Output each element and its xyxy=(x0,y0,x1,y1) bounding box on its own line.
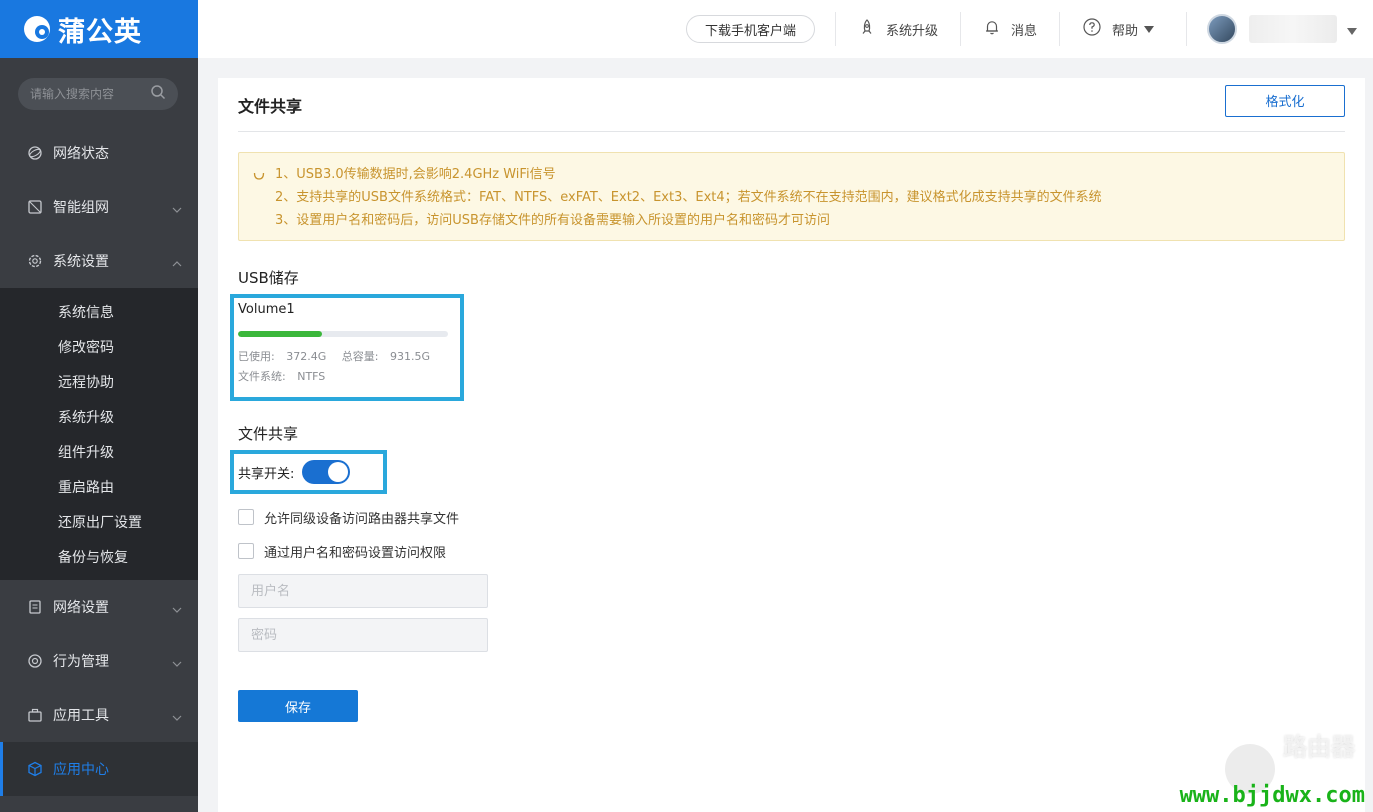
watermark-text: 路由器 xyxy=(1283,733,1355,761)
submenu-item-factory-reset[interactable]: 还原出厂设置 xyxy=(0,504,198,539)
globe-icon xyxy=(26,144,44,162)
sidebar-item-label: 应用工具 xyxy=(53,708,109,724)
messages-label: 消息 xyxy=(1010,23,1037,39)
sidebar-search xyxy=(18,78,178,110)
sidebar-nav: 网络状态 智能组网 系统设置 系统信息 修改密码 远程协助 系统升级 组件升级 … xyxy=(0,126,198,796)
sidebar-item-label: 行为管理 xyxy=(53,654,109,670)
sidebar-item-app-center[interactable]: 应用中心 xyxy=(0,742,198,796)
same-level-access-option: 允许同级设备访问路由器共享文件 xyxy=(238,506,1345,528)
share-toggle[interactable] xyxy=(302,460,351,484)
format-button[interactable]: 格式化 xyxy=(1225,84,1345,117)
notice-box: 1、USB3.0传输数据时,会影响2.4GHz WiFi信号 2、支持共享的US… xyxy=(238,152,1345,241)
file-share-title: 文件共享 xyxy=(238,425,299,443)
page-header: 文件共享 格式化 xyxy=(238,78,1345,132)
user-menu[interactable] xyxy=(1187,14,1373,44)
usb-storage-title: USB储存 xyxy=(238,269,299,287)
avatar xyxy=(1207,14,1237,44)
username-input[interactable] xyxy=(238,574,488,608)
usb-volume-card: Volume1 已使用: 372.4G 总容量: 931.5G 文件系统: NT… xyxy=(230,294,464,401)
bell-icon xyxy=(983,18,1011,40)
smile-icon xyxy=(253,167,265,186)
sidebar-item-label: 智能组网 xyxy=(53,200,109,216)
used-label: 已使用: xyxy=(238,350,275,363)
submenu-item-reboot-router[interactable]: 重启路由 xyxy=(0,469,198,504)
network-icon xyxy=(26,198,44,216)
messages-link[interactable]: 消息 xyxy=(961,18,1059,40)
notice-line: 1、USB3.0传输数据时,会影响2.4GHz WiFi信号 xyxy=(275,167,556,182)
sidebar: 蒲公英 网络状态 智能组网 系统设置 系统信息 修改密码 远程协助 系统升级 组… xyxy=(0,0,198,812)
submenu-item-remote-assist[interactable]: 远程协助 xyxy=(0,364,198,399)
logo-bar[interactable]: 蒲公英 xyxy=(0,0,198,58)
watermark-url: www.bjjdwx.com xyxy=(1179,783,1365,808)
sidebar-item-smart-network[interactable]: 智能组网 xyxy=(0,180,198,234)
sidebar-item-system-settings[interactable]: 系统设置 xyxy=(0,234,198,288)
usage-bar xyxy=(238,331,448,337)
volume-name: Volume1 xyxy=(238,302,295,317)
toolbox-icon xyxy=(26,706,44,724)
submenu-item-change-password[interactable]: 修改密码 xyxy=(0,329,198,364)
main-content: 文件共享 格式化 1、USB3.0传输数据时,会影响2.4GHz WiFi信号 … xyxy=(218,78,1365,812)
total-label: 总容量: xyxy=(341,350,379,363)
volume-info: 已使用: 372.4G 总容量: 931.5G 文件系统: NTFS xyxy=(238,347,460,387)
sidebar-item-label: 应用中心 xyxy=(53,762,109,778)
chevron-down-icon xyxy=(172,201,182,217)
rocket-icon xyxy=(858,18,886,40)
top-header: 下载手机客户端 系统升级 消息 帮助 xyxy=(198,0,1373,58)
sidebar-item-label: 系统设置 xyxy=(53,254,109,270)
sidebar-item-app-tools[interactable]: 应用工具 xyxy=(0,688,198,742)
system-settings-submenu: 系统信息 修改密码 远程协助 系统升级 组件升级 重启路由 还原出厂设置 备份与… xyxy=(0,288,198,580)
sidebar-item-network-settings[interactable]: 网络设置 xyxy=(0,580,198,634)
search-icon[interactable] xyxy=(150,84,166,104)
password-input[interactable] xyxy=(238,618,488,652)
help-label: 帮助 xyxy=(1111,23,1138,39)
system-upgrade-link[interactable]: 系统升级 xyxy=(836,18,960,40)
filesystem-value: NTFS xyxy=(297,370,326,383)
system-upgrade-label: 系统升级 xyxy=(885,23,938,39)
sidebar-item-label: 网络设置 xyxy=(53,600,109,616)
caret-down-icon xyxy=(1347,20,1357,39)
chevron-down-icon xyxy=(172,601,182,617)
used-value: 372.4G xyxy=(286,350,327,363)
same-level-access-checkbox[interactable] xyxy=(238,509,254,525)
save-button[interactable]: 保存 xyxy=(238,690,358,722)
username-redacted xyxy=(1249,15,1337,43)
sidebar-item-network-status[interactable]: 网络状态 xyxy=(0,126,198,180)
same-level-access-label: 允许同级设备访问路由器共享文件 xyxy=(264,511,460,527)
brand-name: 蒲公英 xyxy=(58,16,142,48)
caret-down-icon xyxy=(1144,22,1164,37)
gear-icon xyxy=(26,252,44,270)
usage-bar-fill xyxy=(238,331,322,337)
total-value: 931.5G xyxy=(389,350,430,363)
cube-icon xyxy=(26,760,44,778)
chevron-down-icon xyxy=(172,655,182,671)
help-menu[interactable]: 帮助 xyxy=(1060,17,1186,41)
sidebar-item-label: 网络状态 xyxy=(53,146,109,162)
auth-access-checkbox[interactable] xyxy=(238,543,254,559)
chevron-up-icon xyxy=(172,255,182,271)
sidebar-item-behavior-management[interactable]: 行为管理 xyxy=(0,634,198,688)
question-icon xyxy=(1082,17,1112,41)
submenu-item-system-info[interactable]: 系统信息 xyxy=(0,294,198,329)
filesystem-label: 文件系统: xyxy=(238,370,286,383)
auth-access-option: 通过用户名和密码设置访问权限 xyxy=(238,540,1345,562)
submenu-item-backup-restore[interactable]: 备份与恢复 xyxy=(0,539,198,574)
notice-line: 2、支持共享的USB文件系统格式：FAT、NTFS、exFAT、Ext2、Ext… xyxy=(275,190,1102,205)
share-switch-row: 共享开关: xyxy=(230,450,387,494)
share-switch-label: 共享开关: xyxy=(238,466,295,482)
document-icon xyxy=(26,598,44,616)
notice-line: 3、设置用户名和密码后，访问USB存储文件的所有设备需要输入所设置的用户名和密码… xyxy=(275,213,830,228)
download-app-button[interactable]: 下载手机客户端 xyxy=(685,15,815,43)
submenu-item-component-upgrade[interactable]: 组件升级 xyxy=(0,434,198,469)
chevron-down-icon xyxy=(172,709,182,725)
dandelion-logo-icon xyxy=(22,12,56,46)
auth-access-label: 通过用户名和密码设置访问权限 xyxy=(264,545,447,561)
submenu-item-system-upgrade[interactable]: 系统升级 xyxy=(0,399,198,434)
behavior-icon xyxy=(26,652,44,670)
page-title: 文件共享 xyxy=(238,96,303,116)
search-input[interactable] xyxy=(30,87,150,101)
